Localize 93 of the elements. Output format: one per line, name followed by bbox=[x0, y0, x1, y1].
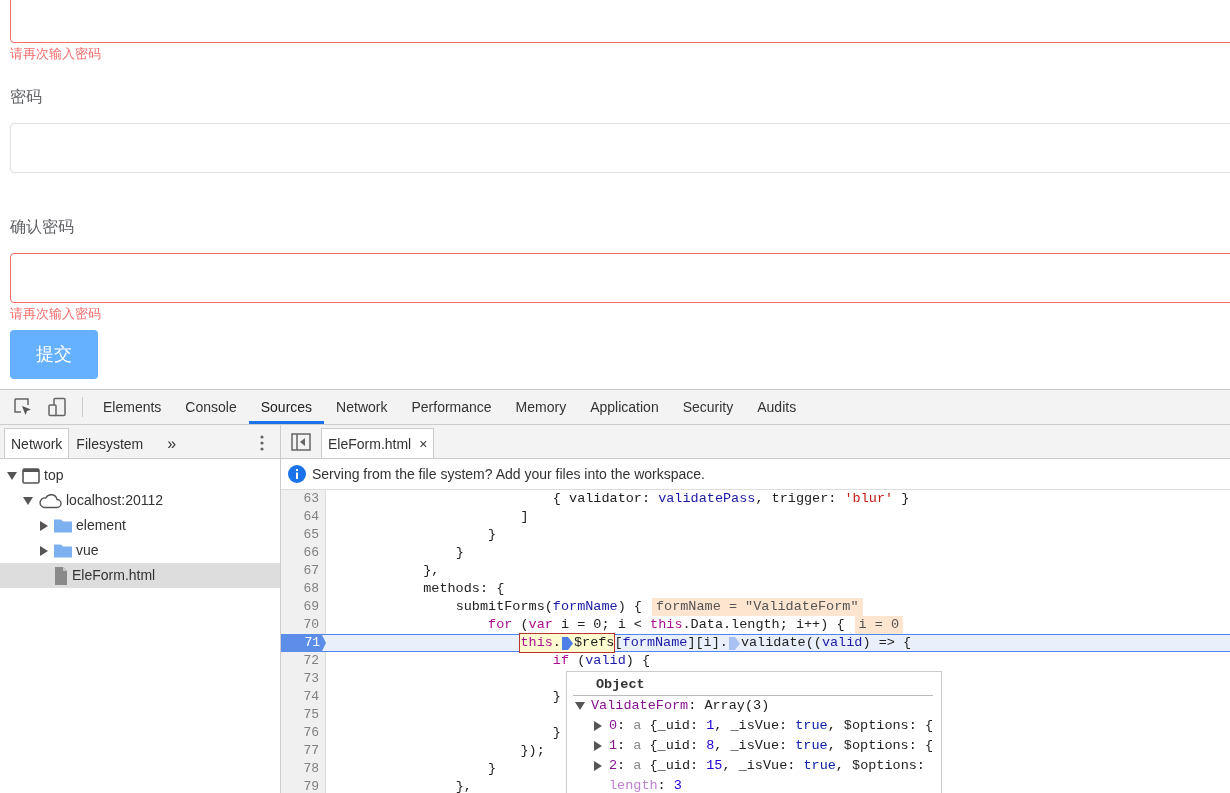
collapse-arrow-icon[interactable] bbox=[7, 471, 17, 480]
property-row[interactable]: 0: a {_uid: 1, _isVue: true, $options: { bbox=[608, 715, 933, 737]
code-text: { validator: validatePass, trigger: 'blur' } bbox=[552, 490, 910, 508]
expand-arrow-icon[interactable] bbox=[40, 545, 48, 556]
panel-tab[interactable]: Security bbox=[670, 390, 746, 424]
tree-item-label: vue bbox=[76, 541, 99, 560]
code-text: }, bbox=[455, 778, 472, 793]
code-text: } bbox=[488, 526, 497, 544]
line-number: 64 bbox=[281, 508, 326, 526]
expand-arrow-icon[interactable] bbox=[594, 761, 602, 771]
toggle-sidebar-icon[interactable] bbox=[291, 433, 311, 451]
tree-item[interactable]: localhost:20112 bbox=[0, 488, 280, 513]
navigator-tab[interactable]: Network bbox=[4, 428, 70, 458]
code-text: } bbox=[455, 544, 464, 562]
panel-tab[interactable]: Audits bbox=[745, 390, 809, 424]
panel-tab[interactable]: Memory bbox=[503, 390, 579, 424]
code-text: $refs bbox=[573, 634, 615, 652]
property-row[interactable]: ValidateForm: Array(3) bbox=[591, 695, 770, 717]
input-field[interactable] bbox=[10, 0, 1230, 43]
file-icon bbox=[54, 566, 68, 585]
breakpoint-marker-icon[interactable] bbox=[728, 636, 740, 650]
inline-value: i = 0 bbox=[854, 616, 904, 634]
code-text: } bbox=[488, 760, 497, 778]
info-message: Serving from the file system? Add your files into the workspace. bbox=[312, 464, 705, 484]
inspect-icon[interactable] bbox=[13, 397, 33, 417]
navigator-tab[interactable]: Filesystem bbox=[69, 428, 151, 458]
property-row[interactable]: length: 3 bbox=[609, 775, 682, 793]
close-button[interactable]: × bbox=[419, 429, 428, 458]
more-options-icon[interactable] bbox=[260, 435, 264, 451]
line-number: 71 bbox=[281, 634, 326, 652]
field-label: 确认密码 bbox=[10, 217, 75, 237]
file-tab[interactable]: EleForm.html bbox=[328, 429, 412, 458]
line-number: 78 bbox=[281, 760, 326, 778]
info-icon bbox=[288, 465, 306, 483]
line-number: 63 bbox=[281, 490, 326, 508]
line-number: 68 bbox=[281, 580, 326, 598]
field-label: 密码 bbox=[10, 87, 43, 107]
window-icon bbox=[22, 467, 40, 484]
code-text: if (valid) { bbox=[552, 652, 651, 670]
code-text: [formName][i]. bbox=[614, 634, 728, 652]
cloud-icon bbox=[38, 492, 62, 509]
more-tabs-button[interactable]: » bbox=[160, 428, 184, 458]
line-number: 73 bbox=[281, 670, 326, 688]
code-text: for (var i = 0; i < this.Data.length; i++) { bbox=[488, 616, 845, 634]
panel-tab[interactable]: Elements bbox=[91, 390, 174, 424]
breakpoint-marker-icon[interactable] bbox=[561, 636, 573, 650]
folder-icon bbox=[54, 518, 72, 533]
panel-tab[interactable]: Application bbox=[578, 390, 671, 424]
code-text: }, bbox=[423, 562, 440, 580]
device-toolbar-icon[interactable] bbox=[47, 397, 67, 417]
line-number: 67 bbox=[281, 562, 326, 580]
line-number: 76 bbox=[281, 724, 326, 742]
input-field[interactable] bbox=[10, 253, 1230, 303]
collapse-arrow-icon[interactable] bbox=[575, 702, 585, 710]
tree-item-label: top bbox=[44, 466, 64, 485]
panel-tab[interactable]: Network bbox=[324, 390, 400, 424]
tree-item-label: element bbox=[76, 516, 126, 535]
property-row[interactable]: 2: a {_uid: 15, _isVue: true, $options: bbox=[609, 755, 925, 777]
code-text: } bbox=[552, 688, 561, 706]
popover-title: Object bbox=[573, 676, 933, 696]
expand-arrow-icon[interactable] bbox=[593, 721, 602, 731]
line-number: 72 bbox=[281, 652, 326, 670]
expand-arrow-icon[interactable] bbox=[40, 520, 48, 531]
tree-item-label: localhost:20112 bbox=[66, 491, 164, 510]
error-message: 请再次输入密码 bbox=[10, 305, 102, 323]
error-message: 请再次输入密码 bbox=[10, 45, 102, 63]
tree-item[interactable]: top bbox=[0, 463, 280, 488]
code-text: }); bbox=[520, 742, 545, 760]
tree-item-label: EleForm.html bbox=[72, 566, 156, 585]
code-text: submitForms(formName) { bbox=[455, 598, 642, 616]
panel-tab[interactable]: Console bbox=[173, 390, 249, 424]
expand-arrow-icon[interactable] bbox=[593, 741, 602, 751]
line-number: 65 bbox=[281, 526, 326, 544]
line-number: 77 bbox=[281, 742, 326, 760]
line-number: 79 bbox=[281, 778, 326, 793]
code-text: ] bbox=[520, 508, 529, 526]
tree-item[interactable]: vue bbox=[0, 538, 280, 563]
folder-icon bbox=[54, 543, 72, 558]
inline-value: formName = "ValidateForm" bbox=[651, 598, 863, 616]
tree-item[interactable]: EleForm.html bbox=[0, 563, 280, 588]
collapse-arrow-icon[interactable] bbox=[23, 496, 33, 505]
line-number: 66 bbox=[281, 544, 326, 562]
code-text: } bbox=[552, 724, 561, 742]
tree-item[interactable]: element bbox=[0, 513, 280, 538]
code-text: this. bbox=[520, 634, 561, 652]
line-number: 74 bbox=[281, 688, 326, 706]
code-text: validate((valid) => { bbox=[740, 634, 912, 652]
line-number: 70 bbox=[281, 616, 326, 634]
line-number: 75 bbox=[281, 706, 326, 724]
line-number: 69 bbox=[281, 598, 326, 616]
code-text: methods: { bbox=[423, 580, 505, 598]
panel-tab[interactable]: Performance bbox=[399, 390, 504, 424]
property-row[interactable]: 1: a {_uid: 8, _isVue: true, $options: { bbox=[608, 735, 933, 757]
